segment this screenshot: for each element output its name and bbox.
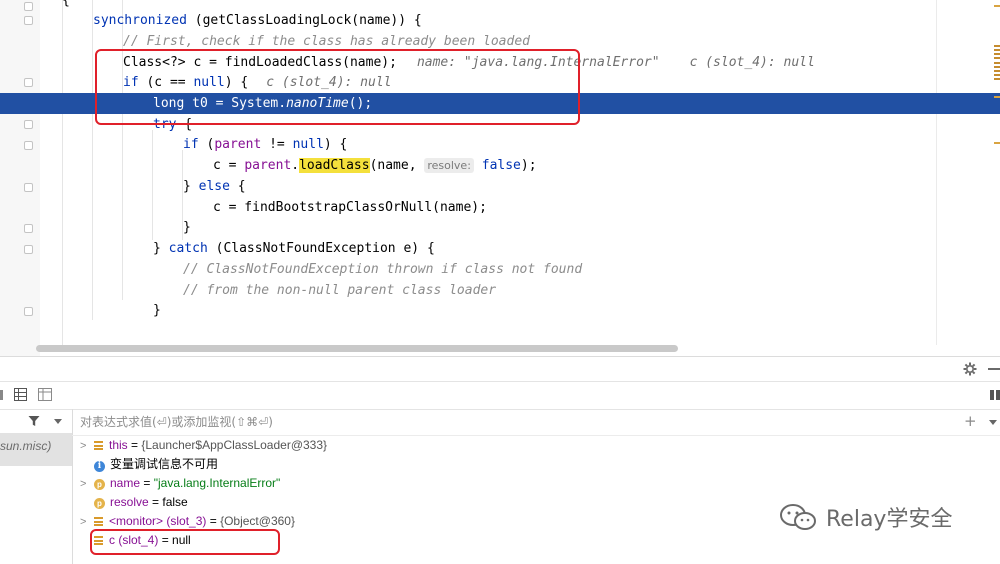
chevron-down-icon[interactable] (989, 420, 997, 425)
code-text: (name, (369, 158, 425, 173)
code-line[interactable]: synchronized (getClassLoadingLock(name))… (0, 10, 1000, 31)
variable-name: name (110, 476, 141, 490)
field-icon (94, 441, 103, 450)
code-text: } (183, 220, 191, 235)
code-comment: // from the non-null parent class loader (183, 283, 497, 298)
horizontal-scrollbar[interactable] (36, 345, 678, 352)
code-text: { (229, 179, 246, 194)
variable-equals: = (206, 514, 221, 528)
code-line[interactable]: // ClassNotFoundException thrown if clas… (0, 259, 1000, 280)
code-text: } (153, 303, 161, 318)
expand-arrow-icon[interactable]: > (80, 475, 94, 494)
code-text: (ClassNotFoundException e) { (207, 241, 435, 256)
gear-icon[interactable] (963, 362, 977, 376)
filter-icon[interactable] (28, 415, 40, 427)
variable-row[interactable]: > this = {Launcher$AppClassLoader@333} (80, 436, 327, 455)
variable-value: {Object@360} (220, 514, 295, 528)
info-icon: i (94, 461, 105, 472)
keyword: else (198, 179, 230, 194)
code-text: ( (198, 137, 215, 152)
code-comment: // ClassNotFoundException thrown if clas… (183, 262, 583, 277)
code-line[interactable]: if (parent != null) { (0, 134, 1000, 155)
code-text: != (261, 137, 293, 152)
method-usage-highlight[interactable]: loadClass (299, 158, 370, 173)
code-text: } (153, 241, 169, 256)
variable-value: {Launcher$AppClassLoader@333} (141, 438, 328, 452)
keyword: null (292, 137, 324, 152)
code-line[interactable]: } else { (0, 176, 1000, 197)
code-line[interactable]: } (0, 217, 1000, 238)
variable-row[interactable]: p resolve = false (80, 493, 188, 512)
wechat-icon (780, 504, 816, 530)
chevron-down-icon[interactable] (54, 419, 62, 424)
error-stripe-marker[interactable] (994, 96, 1000, 98)
code-text: } (183, 179, 199, 194)
annotation-box (95, 49, 580, 125)
watermark-text: Relay学安全 (826, 507, 953, 532)
keyword: catch (168, 241, 208, 256)
error-stripe-marker[interactable] (994, 62, 1000, 82)
code-text: ); (520, 158, 537, 173)
code-editor[interactable]: { synchronized (getClassLoadingLock(name… (0, 0, 1000, 356)
variable-equals: = (140, 476, 154, 490)
code-line[interactable]: } (0, 300, 1000, 321)
expand-arrow-icon[interactable]: > (80, 437, 94, 456)
variable-value: "java.lang.InternalError" (153, 476, 281, 490)
annotation-box (90, 529, 280, 555)
inline-debug-value: c (slot_4): null (689, 55, 815, 70)
error-stripe-marker[interactable] (994, 45, 1000, 59)
keyword: false (481, 158, 521, 173)
debugger-toolbar (0, 381, 1000, 410)
layout-grid-icon[interactable] (990, 390, 1000, 400)
selected-frame[interactable]: sun.misc) (0, 433, 72, 466)
add-watch-icon[interactable]: + (964, 412, 977, 430)
variable-row[interactable]: i 变量调试信息不可用 (80, 455, 218, 474)
variable-row[interactable]: > p name = "java.lang.InternalError" (80, 474, 280, 493)
variable-equals: = (127, 438, 142, 452)
evaluate-expression-bar: + (72, 409, 1000, 436)
code-line[interactable]: } catch (ClassNotFoundException e) { (0, 238, 1000, 259)
keyword: if (183, 137, 199, 152)
error-stripe-marker[interactable] (994, 142, 1000, 144)
code-text: c = findBootstrapClassOrNull(name); (213, 200, 487, 215)
parameter-icon: p (94, 498, 105, 509)
code-line[interactable]: // from the non-null parent class loader (0, 280, 1000, 301)
keyword: synchronized (93, 13, 187, 28)
parameter-hint: resolve: (424, 158, 474, 173)
code-text: (getClassLoadingLock(name)) { (186, 13, 422, 28)
field-name: parent (244, 158, 292, 173)
minimize-icon[interactable] (988, 368, 1000, 370)
variable-equals: = (148, 495, 163, 509)
code-text: c = (213, 158, 245, 173)
variable-name: resolve (110, 495, 149, 509)
variable-name: this (109, 438, 128, 452)
code-text: . (291, 158, 300, 173)
error-stripe-marker[interactable] (994, 5, 1000, 7)
frames-list[interactable]: sun.misc) (0, 409, 73, 564)
parameter-icon: p (94, 479, 105, 490)
info-message: 变量调试信息不可用 (110, 457, 219, 471)
toolbar-edge (0, 390, 3, 400)
field-icon (94, 517, 103, 526)
frame-label: sun.misc) (0, 439, 52, 453)
code-line[interactable]: c = parent.loadClass(name, resolve: fals… (0, 155, 1000, 176)
layout-icon[interactable] (38, 388, 52, 401)
evaluate-expression-input[interactable] (80, 413, 960, 431)
debugger-title-bar (0, 357, 1000, 381)
table-view-icon[interactable] (14, 388, 27, 401)
variable-name: <monitor> (slot_3) (109, 514, 207, 528)
code-text: ) { (323, 137, 348, 152)
code-line[interactable]: c = findBootstrapClassOrNull(name); (0, 197, 1000, 218)
field-name: parent (214, 137, 262, 152)
variable-value: false (162, 495, 188, 509)
watermark: Relay学安全 (778, 502, 952, 532)
